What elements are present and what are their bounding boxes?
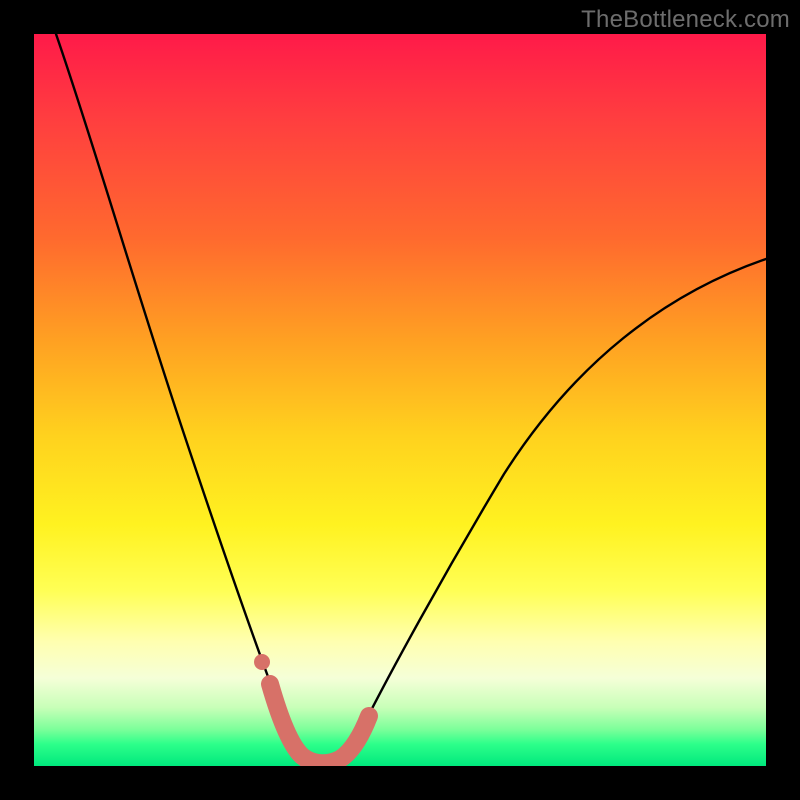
chart-frame: TheBottleneck.com bbox=[0, 0, 800, 800]
highlight-segment bbox=[270, 684, 369, 763]
highlight-dot-icon bbox=[254, 654, 270, 670]
plot-area bbox=[34, 34, 766, 766]
watermark-text: TheBottleneck.com bbox=[581, 6, 790, 34]
bottleneck-curve bbox=[56, 34, 766, 762]
curve-svg bbox=[34, 34, 766, 766]
